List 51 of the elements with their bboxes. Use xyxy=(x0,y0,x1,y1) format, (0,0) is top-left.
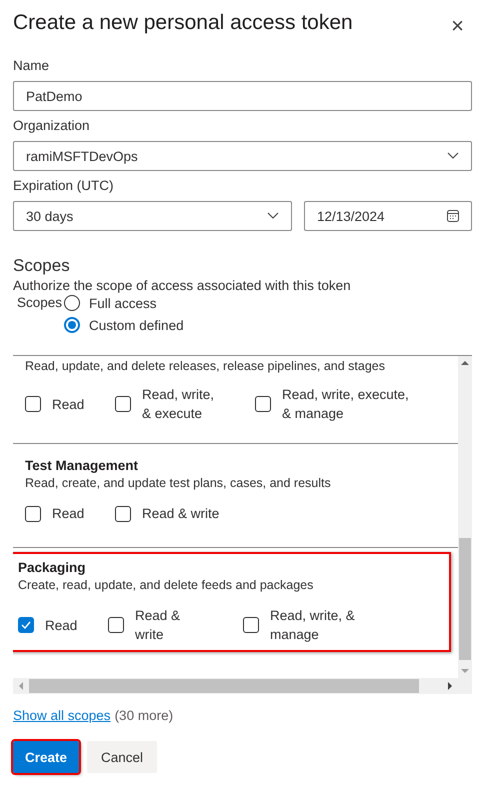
checkmark-icon xyxy=(21,621,31,629)
dialog-title: Create a new personal access token xyxy=(13,11,353,35)
cancel-button[interactable]: Cancel xyxy=(87,741,158,773)
radio-group-label: Scopes xyxy=(16,295,64,312)
scope-title: Test Management xyxy=(25,458,140,473)
checkbox[interactable] xyxy=(25,506,41,522)
create-button[interactable]: Create xyxy=(13,741,80,773)
organization-dropdown[interactable]: ramiMSFTDevOps xyxy=(13,141,472,171)
field-label: Name xyxy=(13,57,50,75)
checkbox[interactable] xyxy=(108,617,124,633)
checkbox-label[interactable]: Read xyxy=(52,504,84,523)
scope-count: (30 more) xyxy=(114,708,174,723)
scroll-right-icon xyxy=(446,681,454,691)
field-label: Expiration (UTC) xyxy=(13,177,115,195)
horizontal-scrollbar[interactable] xyxy=(13,678,458,694)
checkbox[interactable] xyxy=(115,506,131,522)
radio-label[interactable]: Full access xyxy=(89,296,157,310)
radio-button[interactable] xyxy=(64,295,80,311)
checkbox-label[interactable]: Read xyxy=(52,394,84,414)
checkbox-label[interactable]: Read, write, execute, & manage xyxy=(282,385,409,423)
checkbox[interactable] xyxy=(115,396,131,412)
expiration-dropdown[interactable]: 30 days xyxy=(13,201,292,231)
checkbox-label[interactable]: Read, write, & manage xyxy=(270,606,355,644)
scope-description: Read, create, and update test plans, cases, and results xyxy=(25,476,332,490)
scroll-left-icon xyxy=(17,681,25,691)
checkbox-label[interactable]: Read, write, & execute xyxy=(142,385,214,423)
checkbox-label[interactable]: Read & write xyxy=(135,606,180,644)
checkbox-label[interactable]: Read xyxy=(45,616,78,634)
close-button[interactable]: × xyxy=(443,16,472,36)
field-label: Organization xyxy=(13,117,91,135)
checkbox-label[interactable]: Read & write xyxy=(142,504,220,523)
scope-title: Packaging xyxy=(18,560,87,575)
show-all-scopes-link[interactable]: Show all scopes xyxy=(13,708,111,723)
scrollbar-thumb[interactable] xyxy=(459,538,471,660)
checkbox[interactable] xyxy=(18,617,34,633)
scrollbar-thumb[interactable] xyxy=(29,679,419,693)
vertical-scrollbar[interactable] xyxy=(458,356,472,678)
radio-button[interactable] xyxy=(64,317,80,333)
section-description: Authorize the scope of access associated with this token xyxy=(13,278,352,293)
section-heading: Scopes xyxy=(13,256,71,276)
scope-description: Read, update, and delete releases, release pipelines, and stages xyxy=(25,359,386,373)
radio-label[interactable]: Custom defined xyxy=(89,318,184,332)
chevron-down-icon xyxy=(447,152,459,160)
checkbox[interactable] xyxy=(243,617,259,633)
name-input-field[interactable]: PatDemo xyxy=(13,81,472,111)
chevron-down-icon xyxy=(267,212,279,220)
scope-description: Create, read, update, and delete feeds and packages xyxy=(18,578,314,592)
checkbox[interactable] xyxy=(25,396,41,412)
checkbox[interactable] xyxy=(255,396,271,412)
calendar-icon xyxy=(447,210,459,222)
date-picker-field[interactable]: 12/13/2024 xyxy=(304,201,472,231)
